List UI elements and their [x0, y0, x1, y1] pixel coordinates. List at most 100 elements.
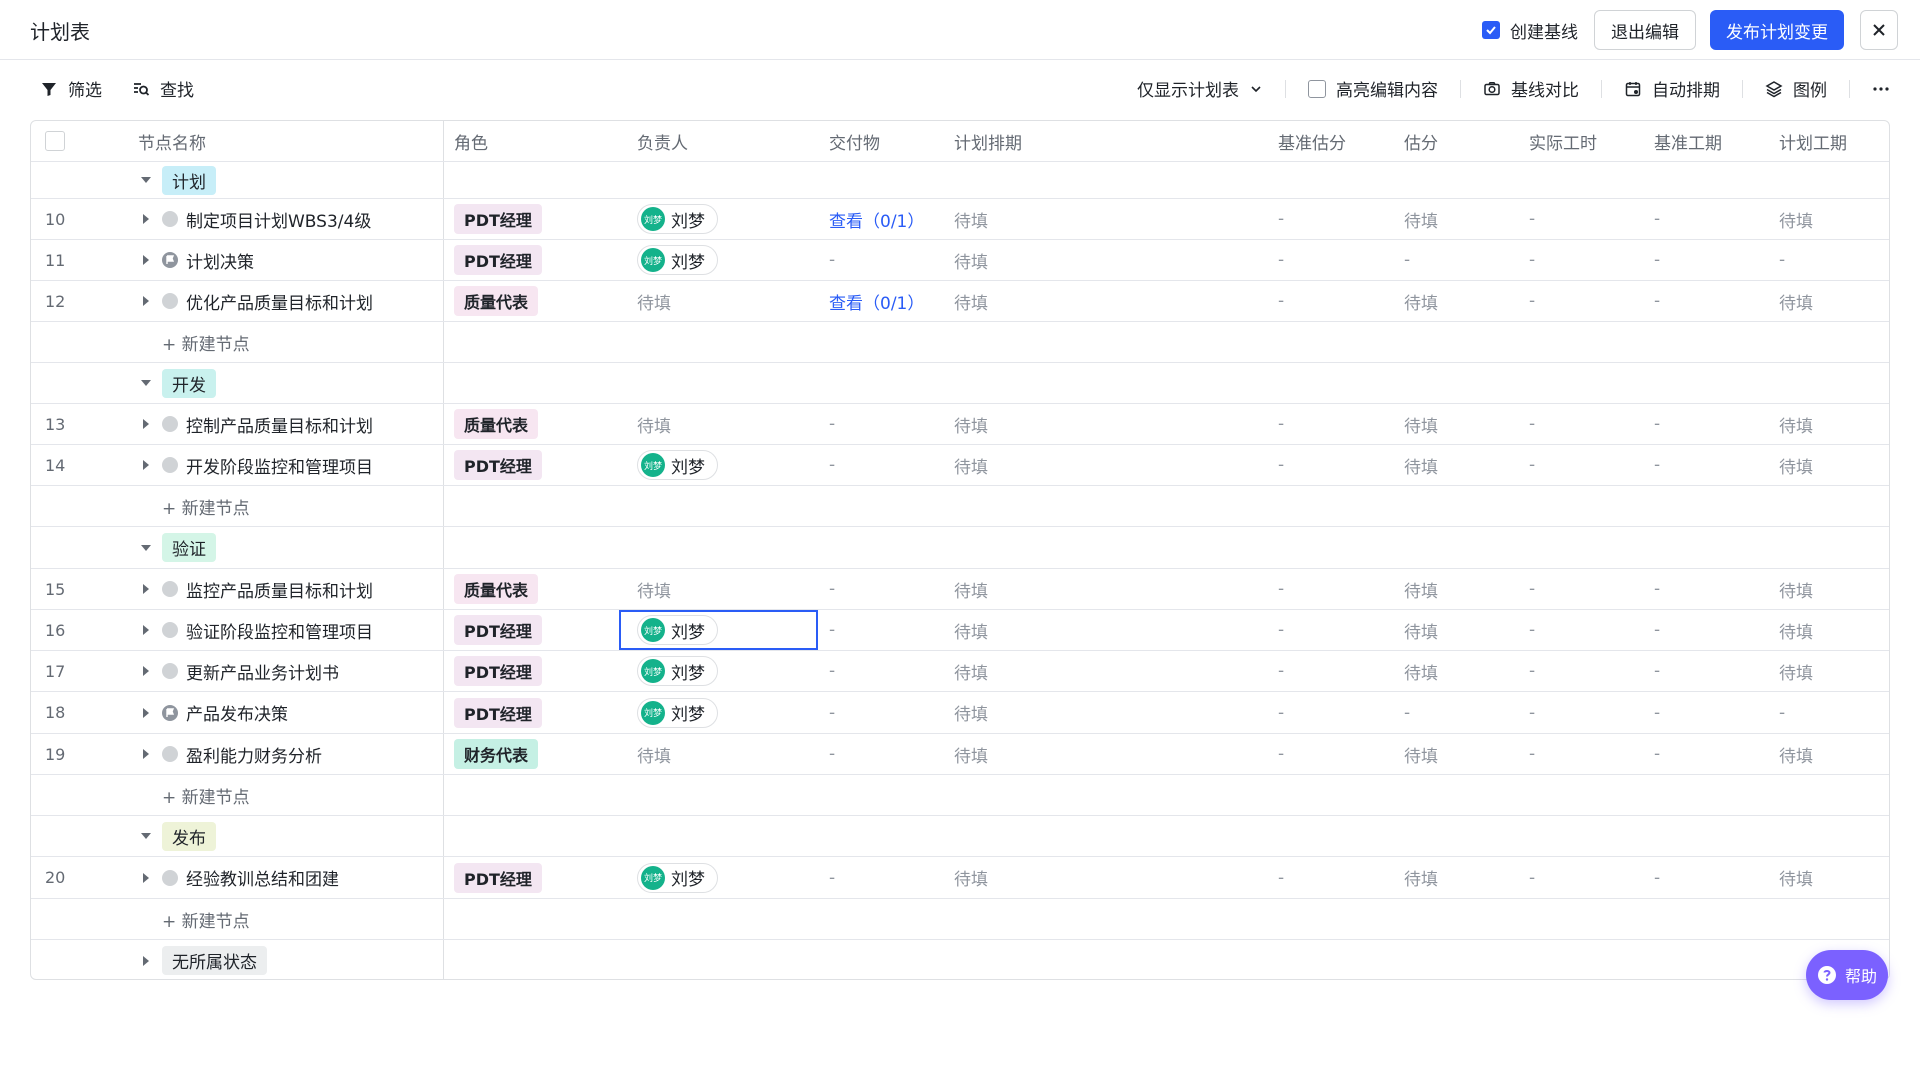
task-name[interactable]: 开发阶段监控和管理项目	[186, 445, 373, 485]
schedule-cell[interactable]: 待填	[954, 651, 988, 691]
task-name[interactable]: 监控产品质量目标和计划	[186, 569, 373, 609]
select-all-checkbox[interactable]	[45, 131, 65, 151]
schedule-cell[interactable]: 待填	[954, 199, 988, 239]
estimate-cell[interactable]: 待填	[1404, 404, 1438, 444]
planned-duration-cell[interactable]: 待填	[1779, 445, 1813, 485]
owner-chip[interactable]: 刘梦 刘梦	[637, 615, 718, 645]
table-row[interactable]: 19 盈利能力财务分析 财务代表 待填 - 待填 - 待填 - - 待填	[31, 734, 1889, 775]
table-row[interactable]: 20 经验教训总结和团建 PDT经理 刘梦 刘梦 - 待填 - 待填 - - 待填	[31, 857, 1889, 899]
row-expand-toggle[interactable]	[139, 445, 153, 485]
task-name[interactable]: 控制产品质量目标和计划	[186, 404, 373, 444]
new-node-button[interactable]: + 新建节点	[162, 899, 250, 939]
planned-duration-cell[interactable]: 待填	[1779, 404, 1813, 444]
owner-chip[interactable]: 刘梦 刘梦	[637, 697, 718, 728]
schedule-cell[interactable]: 待填	[954, 734, 988, 774]
col-header-schedule[interactable]: 计划排期	[954, 121, 1022, 161]
close-button[interactable]	[1860, 10, 1898, 50]
highlight-edit-toggle[interactable]: 高亮编辑内容	[1286, 76, 1460, 101]
publish-plan-button[interactable]: 发布计划变更	[1710, 10, 1844, 50]
task-name[interactable]: 盈利能力财务分析	[186, 734, 322, 774]
highlight-edit-checkbox[interactable]	[1308, 79, 1326, 98]
task-name[interactable]: 验证阶段监控和管理项目	[186, 610, 373, 650]
col-header-owner[interactable]: 负责人	[637, 121, 688, 161]
estimate-cell[interactable]: 待填	[1404, 734, 1438, 774]
group-row-verify[interactable]: 验证	[31, 527, 1889, 569]
row-expand-toggle[interactable]	[139, 281, 153, 321]
row-expand-toggle[interactable]	[139, 569, 153, 609]
schedule-cell[interactable]: 待填	[954, 610, 988, 650]
schedule-cell[interactable]: 待填	[954, 445, 988, 485]
estimate-cell[interactable]: 待填	[1404, 857, 1438, 898]
filter-button[interactable]: 筛选	[40, 76, 102, 101]
estimate-cell[interactable]: 待填	[1404, 610, 1438, 650]
owner-chip[interactable]: 刘梦 刘梦	[637, 656, 718, 686]
estimate-cell[interactable]: 待填	[1404, 281, 1438, 321]
create-baseline-checkbox[interactable]	[1482, 21, 1500, 39]
table-row[interactable]: 16 验证阶段监控和管理项目 PDT经理 刘梦 刘梦 - 待填 - 待填 - - …	[31, 610, 1889, 651]
col-header-baseline-duration[interactable]: 基准工期	[1654, 121, 1722, 161]
owner-cell[interactable]: 待填	[637, 569, 671, 609]
row-expand-toggle[interactable]	[139, 651, 153, 691]
row-expand-toggle[interactable]	[139, 240, 153, 280]
group-collapse-toggle[interactable]	[139, 162, 153, 198]
group-row-plan[interactable]: 计划	[31, 162, 1889, 199]
row-expand-toggle[interactable]	[139, 734, 153, 774]
planned-duration-cell[interactable]: 待填	[1779, 610, 1813, 650]
table-row[interactable]: 18 产品发布决策 PDT经理 刘梦 刘梦 - 待填 - - - - -	[31, 692, 1889, 734]
table-row[interactable]: 17 更新产品业务计划书 PDT经理 刘梦 刘梦 - 待填 - 待填 - - 待填	[31, 651, 1889, 692]
new-node-button[interactable]: + 新建节点	[162, 775, 250, 815]
owner-chip[interactable]: 刘梦 刘梦	[637, 245, 718, 275]
find-button[interactable]: 查找	[132, 76, 194, 101]
table-row[interactable]: 14 开发阶段监控和管理项目 PDT经理 刘梦 刘梦 - 待填 - 待填 - - …	[31, 445, 1889, 486]
col-header-planned-duration[interactable]: 计划工期	[1779, 121, 1847, 161]
col-header-role[interactable]: 角色	[454, 121, 488, 161]
owner-cell[interactable]: 待填	[637, 281, 671, 321]
new-node-row[interactable]: + 新建节点	[31, 322, 1889, 363]
exit-edit-button[interactable]: 退出编辑	[1594, 10, 1696, 50]
group-collapse-toggle[interactable]	[139, 816, 153, 856]
owner-cell[interactable]: 待填	[637, 734, 671, 774]
new-node-row[interactable]: + 新建节点	[31, 775, 1889, 816]
estimate-cell[interactable]: 待填	[1404, 651, 1438, 691]
table-row[interactable]: 10 制定项目计划WBS3/4级 PDT经理 刘梦 刘梦 查看（0/1） 待填 -…	[31, 199, 1889, 240]
task-name[interactable]: 计划决策	[186, 240, 254, 280]
row-expand-toggle[interactable]	[139, 692, 153, 733]
owner-chip[interactable]: 刘梦 刘梦	[637, 450, 718, 480]
owner-cell-selected[interactable]: 刘梦 刘梦	[619, 610, 818, 650]
group-row-dev[interactable]: 开发	[31, 363, 1889, 404]
planned-duration-cell[interactable]: 待填	[1779, 857, 1813, 898]
create-baseline-toggle[interactable]: 创建基线	[1482, 18, 1578, 43]
schedule-cell[interactable]: 待填	[954, 404, 988, 444]
estimate-cell[interactable]: 待填	[1404, 445, 1438, 485]
schedule-cell[interactable]: 待填	[954, 569, 988, 609]
planned-duration-cell[interactable]: 待填	[1779, 199, 1813, 239]
row-expand-toggle[interactable]	[139, 199, 153, 239]
col-header-deliverable[interactable]: 交付物	[829, 121, 880, 161]
owner-cell[interactable]: 待填	[637, 404, 671, 444]
group-collapse-toggle[interactable]	[139, 527, 153, 568]
planned-duration-cell[interactable]: 待填	[1779, 734, 1813, 774]
task-name[interactable]: 产品发布决策	[186, 692, 288, 733]
table-row[interactable]: 12 优化产品质量目标和计划 质量代表 待填 查看（0/1） 待填 - 待填 -…	[31, 281, 1889, 322]
group-row-none[interactable]: 无所属状态	[31, 940, 1889, 979]
task-name[interactable]: 优化产品质量目标和计划	[186, 281, 373, 321]
baseline-compare-button[interactable]: 基线对比	[1461, 76, 1601, 101]
col-header-name[interactable]: 节点名称	[138, 121, 206, 161]
row-expand-toggle[interactable]	[139, 857, 153, 898]
planned-duration-cell[interactable]: 待填	[1779, 281, 1813, 321]
schedule-cell[interactable]: 待填	[954, 281, 988, 321]
more-button[interactable]	[1850, 80, 1890, 98]
row-expand-toggle[interactable]	[139, 610, 153, 650]
deliverable-link[interactable]: 查看（0/1）	[829, 199, 924, 239]
new-node-button[interactable]: + 新建节点	[162, 486, 250, 526]
table-row[interactable]: 13 控制产品质量目标和计划 质量代表 待填 - 待填 - 待填 - - 待填	[31, 404, 1889, 445]
new-node-button[interactable]: + 新建节点	[162, 322, 250, 362]
planned-duration-cell[interactable]: 待填	[1779, 651, 1813, 691]
view-select[interactable]: 仅显示计划表	[1115, 76, 1285, 101]
legend-button[interactable]: 图例	[1743, 76, 1849, 101]
estimate-cell[interactable]: 待填	[1404, 569, 1438, 609]
table-row[interactable]: 11 计划决策 PDT经理 刘梦 刘梦 - 待填 - - - - -	[31, 240, 1889, 281]
select-all-cell[interactable]	[45, 121, 65, 161]
group-expand-toggle[interactable]	[139, 940, 153, 979]
new-node-row[interactable]: + 新建节点	[31, 486, 1889, 527]
